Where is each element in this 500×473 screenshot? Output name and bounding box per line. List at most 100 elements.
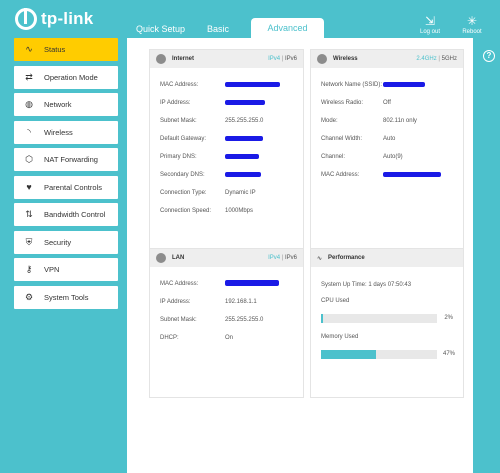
heart-icon: ♥ bbox=[26, 182, 32, 192]
lan-panel: LAN IPv4 | IPv6 MAC Address: IP Address:… bbox=[149, 248, 304, 398]
globe-icon bbox=[156, 54, 166, 64]
sidebar-item-label: VPN bbox=[44, 265, 60, 274]
sidebar-item-operation-mode[interactable]: ⇄ Operation Mode bbox=[14, 65, 118, 89]
sidebar-item-vpn[interactable]: ⚷ VPN bbox=[14, 258, 118, 281]
wireless-panel: Wireless 2.4GHz | 5GHz Network Name (SSI… bbox=[310, 49, 464, 276]
row-label: Subnet Mask: bbox=[160, 118, 197, 124]
tab-quick-setup[interactable]: Quick Setup bbox=[126, 19, 197, 39]
help-icon[interactable]: ? bbox=[483, 50, 495, 62]
row-label: Default Gateway: bbox=[160, 136, 207, 142]
panel-title: LAN bbox=[172, 255, 185, 261]
reboot-icon: ✳ bbox=[466, 14, 478, 28]
tab-basic[interactable]: Basic bbox=[197, 19, 251, 39]
sidebar-item-parental-controls[interactable]: ♥ Parental Controls bbox=[14, 175, 118, 199]
row-label: Network Name (SSID): bbox=[321, 82, 383, 88]
sidebar-item-nat-forwarding[interactable]: ⬡ NAT Forwarding bbox=[14, 148, 118, 171]
top-tabs: Quick Setup Basic Advanced bbox=[126, 18, 325, 39]
sidebar-item-label: Wireless bbox=[44, 127, 73, 137]
row-label: Channel: bbox=[321, 154, 346, 160]
key-icon: ⚷ bbox=[25, 264, 33, 274]
sidebar-item-label: Operation Mode bbox=[44, 72, 98, 82]
shield-icon: ⛨ bbox=[25, 236, 33, 247]
system-uptime: System Up Time: 1 days 07:50:43 bbox=[321, 282, 412, 288]
row-label: IP Address: bbox=[160, 100, 191, 106]
row-label: Connection Type: bbox=[160, 190, 207, 196]
band-5ghz-toggle[interactable]: 5GHz bbox=[442, 56, 457, 62]
sidebar-item-bandwidth-control[interactable]: ⇅ Bandwidth Control bbox=[14, 203, 118, 226]
wireless-panel-header: Wireless 2.4GHz | 5GHz bbox=[311, 50, 463, 68]
brand-name: tp-link bbox=[41, 9, 94, 28]
internet-panel: Internet IPv4 | IPv6 MAC Address: IP Add… bbox=[149, 49, 304, 276]
sidebar-item-label: NAT Forwarding bbox=[44, 155, 98, 164]
row-value: Auto bbox=[383, 136, 396, 142]
memory-label: Memory Used bbox=[321, 334, 359, 340]
row-value: Off bbox=[383, 100, 391, 106]
redacted-value bbox=[225, 135, 263, 141]
cpu-usage-fill bbox=[321, 313, 324, 323]
ipv6-toggle[interactable]: IPv6 bbox=[285, 255, 297, 261]
redacted-value bbox=[383, 171, 441, 177]
logout-label: Log out bbox=[419, 29, 441, 35]
cpu-label: CPU Used bbox=[321, 298, 350, 304]
cpu-usage-bar bbox=[321, 313, 438, 323]
ipv6-toggle[interactable]: IPv6 bbox=[285, 56, 297, 62]
row-label: Channel Width: bbox=[321, 136, 363, 142]
row-label: Mode: bbox=[321, 118, 338, 124]
brand-logo: tp-link bbox=[15, 8, 93, 30]
sidebar-item-system-tools[interactable]: ⚙ System Tools bbox=[14, 285, 118, 309]
tplink-logo-icon bbox=[15, 8, 37, 30]
sidebar-item-status[interactable]: ∿ Status bbox=[14, 38, 118, 61]
globe-icon: ◍ bbox=[25, 99, 33, 109]
tab-advanced[interactable]: Advanced bbox=[251, 18, 325, 39]
sidebar-item-label: Network bbox=[44, 100, 72, 109]
band-24ghz-toggle[interactable]: 2.4GHz bbox=[416, 56, 436, 62]
pulse-icon: ∿ bbox=[317, 255, 323, 262]
panel-title: Wireless bbox=[333, 56, 358, 62]
row-value: 802.11n only bbox=[383, 118, 417, 124]
swap-icon: ⇄ bbox=[25, 71, 33, 82]
lan-panel-header: LAN IPv4 | IPv6 bbox=[150, 249, 303, 267]
sidebar-item-network[interactable]: ◍ Network bbox=[14, 93, 118, 116]
updown-icon: ⇅ bbox=[25, 209, 33, 219]
row-label: IP Address: bbox=[160, 299, 191, 305]
memory-usage-bar bbox=[321, 349, 437, 359]
redacted-value bbox=[225, 280, 279, 286]
redacted-value bbox=[225, 99, 265, 105]
row-label: Secondary DNS: bbox=[160, 172, 205, 178]
redacted-value bbox=[225, 153, 259, 159]
sidebar-item-wireless[interactable]: ◝ Wireless bbox=[14, 120, 118, 144]
memory-percent: 47% bbox=[443, 351, 456, 357]
row-label: DHCP: bbox=[160, 335, 179, 341]
panel-title: Performance bbox=[328, 255, 365, 261]
ipv4-toggle[interactable]: IPv4 bbox=[268, 56, 280, 62]
separator: | bbox=[281, 255, 284, 261]
reboot-label: Reboot bbox=[462, 29, 482, 35]
separator: | bbox=[281, 56, 284, 62]
row-value: 1000Mbps bbox=[225, 208, 254, 214]
wifi-icon: ◝ bbox=[27, 126, 31, 137]
sidebar-item-label: System Tools bbox=[44, 292, 89, 302]
row-label: MAC Address: bbox=[160, 82, 199, 88]
row-value: 255.255.255.0 bbox=[225, 118, 264, 124]
logout-button[interactable]: ⇲ Log out bbox=[415, 14, 445, 35]
row-value: 192.168.1.1 bbox=[225, 299, 257, 305]
row-label: Connection Speed: bbox=[160, 208, 212, 214]
ipv4-toggle[interactable]: IPv4 bbox=[268, 255, 280, 261]
sidebar-item-security[interactable]: ⛨ Security bbox=[14, 230, 118, 254]
sidebar: ∿ Status ⇄ Operation Mode ◍ Network ◝ Wi… bbox=[14, 38, 118, 313]
reboot-button[interactable]: ✳ Reboot bbox=[457, 14, 487, 35]
redacted-value bbox=[225, 81, 280, 87]
row-value: On bbox=[225, 335, 234, 341]
cpu-percent: 2% bbox=[444, 315, 453, 321]
sidebar-item-label: Status bbox=[44, 45, 66, 54]
logout-icon: ⇲ bbox=[424, 14, 436, 28]
row-value: Auto(9) bbox=[383, 154, 403, 160]
redacted-value bbox=[225, 171, 261, 177]
row-label: Subnet Mask: bbox=[160, 317, 197, 323]
performance-panel: ∿ Performance System Up Time: 1 days 07:… bbox=[310, 248, 464, 398]
sidebar-item-label: Bandwidth Control bbox=[44, 210, 106, 219]
row-label: Wireless Radio: bbox=[321, 100, 364, 106]
row-label: MAC Address: bbox=[321, 172, 360, 178]
sidebar-item-label: Security bbox=[44, 237, 72, 247]
sidebar-item-label: Parental Controls bbox=[44, 182, 102, 192]
